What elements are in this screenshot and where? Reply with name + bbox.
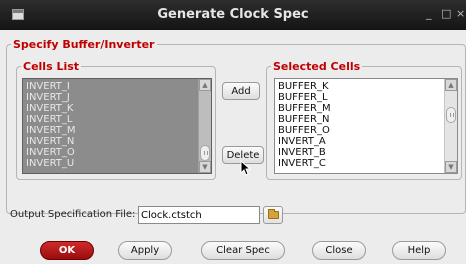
list-item[interactable]: BUFFER_N <box>278 114 443 125</box>
apply-button[interactable]: Apply <box>118 241 172 260</box>
scroll-down-icon[interactable]: ▼ <box>199 161 211 173</box>
selected-cells-legend: Selected Cells <box>273 60 361 73</box>
scroll-up-icon[interactable]: ▲ <box>199 79 211 91</box>
ok-button[interactable]: OK <box>40 241 94 260</box>
output-file-label: Output Specification File: <box>10 209 136 220</box>
browse-button[interactable] <box>263 206 283 224</box>
add-button[interactable]: Add <box>222 82 260 100</box>
close-button[interactable]: Close <box>312 241 366 260</box>
list-item[interactable]: INVERT_C <box>278 158 443 169</box>
cells-list-scrollbar[interactable]: ▲ ▼ <box>198 79 211 173</box>
mouse-pointer-icon <box>240 160 252 176</box>
list-item[interactable]: BUFFER_L <box>278 92 443 103</box>
dialog-body: Specify Buffer/Inverter Cells List Selec… <box>0 30 466 264</box>
list-item[interactable]: INVERT_K <box>26 103 197 114</box>
selected-cells-scrollbar[interactable]: ▲ ▼ <box>444 79 457 173</box>
list-item[interactable]: INVERT_I <box>26 81 197 92</box>
list-item[interactable]: INVERT_B <box>278 147 443 158</box>
list-item[interactable]: INVERT_J <box>26 92 197 103</box>
cells-list-legend: Cells List <box>23 60 80 73</box>
scroll-thumb[interactable] <box>200 145 210 161</box>
list-item[interactable]: INVERT_M <box>26 125 197 136</box>
clear-spec-button[interactable]: Clear Spec <box>201 241 285 260</box>
list-item[interactable]: BUFFER_K <box>278 81 443 92</box>
close-icon[interactable]: × <box>456 7 465 20</box>
specify-group-legend: Specify Buffer/Inverter <box>13 38 155 51</box>
title-bar[interactable]: Generate Clock Spec _ □ × <box>0 0 466 30</box>
list-item[interactable]: BUFFER_M <box>278 103 443 114</box>
list-item[interactable]: INVERT_N <box>26 136 197 147</box>
scroll-down-icon[interactable]: ▼ <box>445 161 457 173</box>
window-title: Generate Clock Spec <box>157 7 309 22</box>
list-item[interactable]: INVERT_A <box>278 136 443 147</box>
list-item[interactable]: INVERT_O <box>26 147 197 158</box>
help-button[interactable]: Help <box>392 241 446 260</box>
output-file-input[interactable] <box>138 206 260 224</box>
scroll-up-icon[interactable]: ▲ <box>445 79 457 91</box>
list-item[interactable]: INVERT_L <box>26 114 197 125</box>
selected-cells-listbox[interactable]: BUFFER_K BUFFER_L BUFFER_M BUFFER_N BUFF… <box>274 78 458 174</box>
list-item[interactable]: INVERT_U <box>26 158 197 169</box>
maximize-icon[interactable]: □ <box>441 7 451 20</box>
folder-icon <box>268 209 279 219</box>
minimize-icon[interactable]: _ <box>426 7 432 20</box>
list-item[interactable]: BUFFER_O <box>278 125 443 136</box>
scroll-thumb[interactable] <box>446 107 456 123</box>
cells-listbox[interactable]: INVERT_I INVERT_J INVERT_K INVERT_L INVE… <box>22 78 212 174</box>
